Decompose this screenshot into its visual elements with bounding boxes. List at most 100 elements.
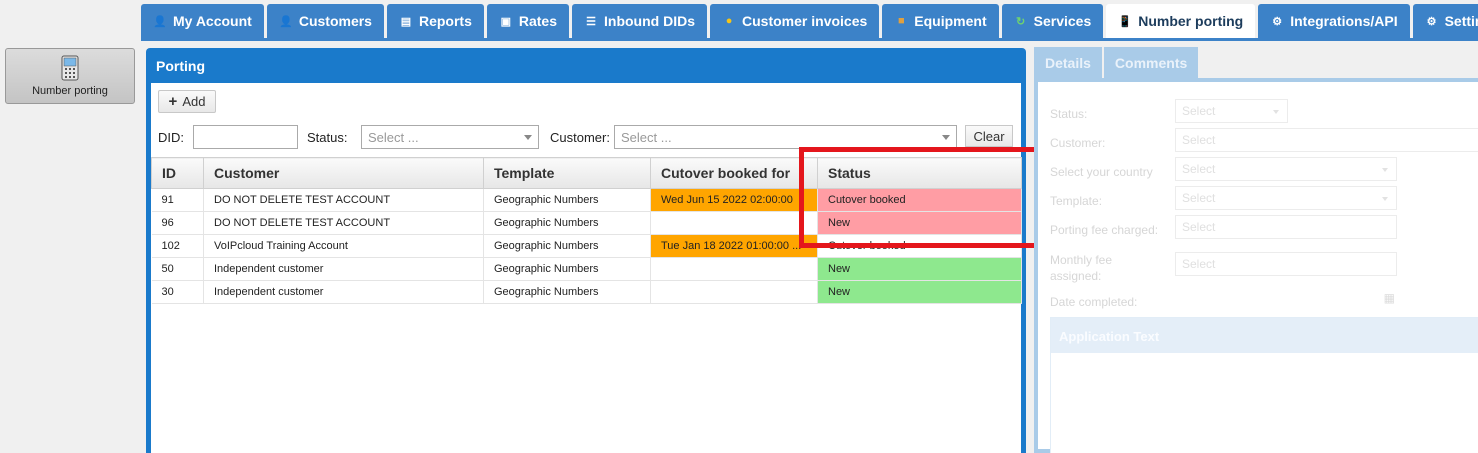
customer-field[interactable]: Select: [1175, 128, 1478, 152]
cell-id: 50: [151, 257, 204, 281]
cell-id: 102: [151, 234, 204, 258]
country-select[interactable]: Select: [1175, 157, 1397, 181]
monthly-fee-field[interactable]: Select: [1175, 252, 1397, 276]
application-text-title: Application Text: [1051, 318, 1478, 353]
settings-icon: ⚙: [1426, 15, 1437, 28]
tab-label: Integrations/API: [1290, 13, 1398, 29]
tab-label: Customers: [298, 13, 372, 29]
coins-icon: ●: [725, 15, 733, 27]
cell-customer: Independent customer: [203, 257, 484, 281]
tab-number-porting[interactable]: 📱 Number porting: [1106, 4, 1256, 38]
column-header-customer[interactable]: Customer: [203, 157, 484, 189]
application-text-panel: Application Text: [1050, 317, 1478, 453]
tab-label: Customer invoices: [742, 13, 868, 29]
did-label: DID:: [158, 130, 184, 145]
highlight-annotation-box: [799, 147, 1051, 248]
details-tabs: Details Comments: [1034, 47, 1199, 78]
panel-title: Porting: [156, 58, 205, 74]
rates-icon: ▣: [500, 15, 512, 28]
list-icon: ☰: [586, 15, 596, 28]
cell-id: 96: [151, 211, 204, 235]
status-filter-select[interactable]: Select ...: [361, 125, 539, 149]
customer-filter-select[interactable]: Select ...: [614, 125, 957, 149]
porting-fee-field[interactable]: Select: [1175, 215, 1397, 239]
cell-template: Geographic Numbers: [483, 257, 651, 281]
cell-cutover: Wed Jun 15 2022 02:00:00: [650, 188, 818, 212]
nav-underline: [141, 38, 1478, 41]
cell-cutover: [650, 257, 818, 281]
cell-customer: DO NOT DELETE TEST ACCOUNT: [203, 188, 484, 212]
services-icon: ↻: [1016, 15, 1026, 28]
cell-template: Geographic Numbers: [483, 188, 651, 212]
field-label: Select your country: [1050, 165, 1153, 179]
status-select[interactable]: Select: [1175, 99, 1288, 123]
tab-label: Services: [1033, 13, 1092, 29]
field-label: Porting fee charged:: [1050, 223, 1159, 237]
field-label: Status:: [1050, 107, 1088, 121]
field-value: Select: [1182, 191, 1216, 205]
tab-settings[interactable]: ⚙ Settings: [1412, 4, 1478, 38]
user-icon: 👤: [153, 15, 167, 28]
tab-label: Number porting: [1138, 13, 1244, 29]
field-value: Select: [1182, 104, 1216, 118]
details-panel: Status: Select Customer: Select Select y…: [1034, 78, 1478, 453]
tab-inbound-dids[interactable]: ☰ Inbound DIDs: [572, 4, 708, 38]
cell-customer: VoIPcloud Training Account: [203, 234, 484, 258]
cell-template: Geographic Numbers: [483, 211, 651, 235]
porting-panel: Porting + Add DID: Status: Select ... Cu…: [146, 48, 1026, 453]
tab-equipment[interactable]: ■ Equipment: [882, 4, 999, 38]
tab-label: Equipment: [914, 13, 987, 29]
template-select[interactable]: Select: [1175, 186, 1397, 210]
filter-bar: DID: Status: Select ... Customer: Select…: [158, 125, 1018, 149]
cell-cutover: [650, 211, 818, 235]
date-completed-field[interactable]: ▦: [1175, 287, 1397, 311]
tab-reports[interactable]: ▤ Reports: [386, 4, 484, 38]
tab-integrations-api[interactable]: ⚙ Integrations/API: [1258, 4, 1410, 38]
tab-my-account[interactable]: 👤 My Account: [141, 4, 264, 38]
field-label: Date completed:: [1050, 295, 1138, 309]
add-button[interactable]: + Add: [158, 90, 216, 113]
calendar-icon[interactable]: ▦: [1384, 291, 1395, 305]
tab-customers[interactable]: 👤 Customers: [266, 4, 384, 38]
tab-rates[interactable]: ▣ Rates: [486, 4, 570, 38]
cell-status: New: [817, 257, 1022, 281]
field-label: Customer:: [1050, 136, 1106, 150]
tab-label: My Account: [173, 13, 252, 29]
chevron-down-icon: [524, 135, 532, 140]
tab-details[interactable]: Details: [1034, 47, 1102, 78]
tab-label: Rates: [518, 13, 558, 29]
chevron-down-icon: [942, 135, 950, 140]
phone-icon: 📱: [1118, 15, 1133, 28]
cell-id: 91: [151, 188, 204, 212]
field-value: Select: [1182, 257, 1216, 271]
tab-comments[interactable]: Comments: [1103, 47, 1199, 78]
column-header-id[interactable]: ID: [151, 157, 204, 189]
column-header-template[interactable]: Template: [483, 157, 651, 189]
clear-button[interactable]: Clear: [965, 125, 1013, 147]
column-header-cutover[interactable]: Cutover booked for: [650, 157, 818, 189]
field-value: Select: [1182, 220, 1216, 234]
gear-icon: ⚙: [1272, 15, 1283, 28]
cell-template: Geographic Numbers: [483, 280, 651, 304]
add-label: Add: [182, 94, 206, 109]
cell-customer: Independent customer: [203, 280, 484, 304]
reports-icon: ▤: [400, 15, 412, 28]
did-input[interactable]: [193, 125, 298, 149]
cell-customer: DO NOT DELETE TEST ACCOUNT: [203, 211, 484, 235]
table-row[interactable]: 30 Independent customer Geographic Numbe…: [151, 280, 1022, 304]
customer-filter-label: Customer:: [550, 130, 610, 145]
customers-icon: 👤: [278, 15, 293, 28]
sidebar-number-porting-button[interactable]: Number porting: [5, 48, 135, 104]
cell-status: New: [817, 280, 1022, 304]
sidebar-button-label: Number porting: [32, 85, 108, 97]
field-value: Select: [1182, 162, 1216, 176]
table-row[interactable]: 50 Independent customer Geographic Numbe…: [151, 257, 1022, 281]
chevron-down-icon: [1273, 110, 1279, 114]
box-icon: ■: [897, 15, 905, 27]
field-label: Template:: [1050, 194, 1103, 208]
tab-label: Settings: [1444, 13, 1478, 29]
tab-customer-invoices[interactable]: ● Customer invoices: [710, 4, 880, 38]
cell-cutover: [650, 280, 818, 304]
plus-icon: +: [168, 93, 178, 110]
tab-services[interactable]: ↻ Services: [1001, 4, 1104, 38]
